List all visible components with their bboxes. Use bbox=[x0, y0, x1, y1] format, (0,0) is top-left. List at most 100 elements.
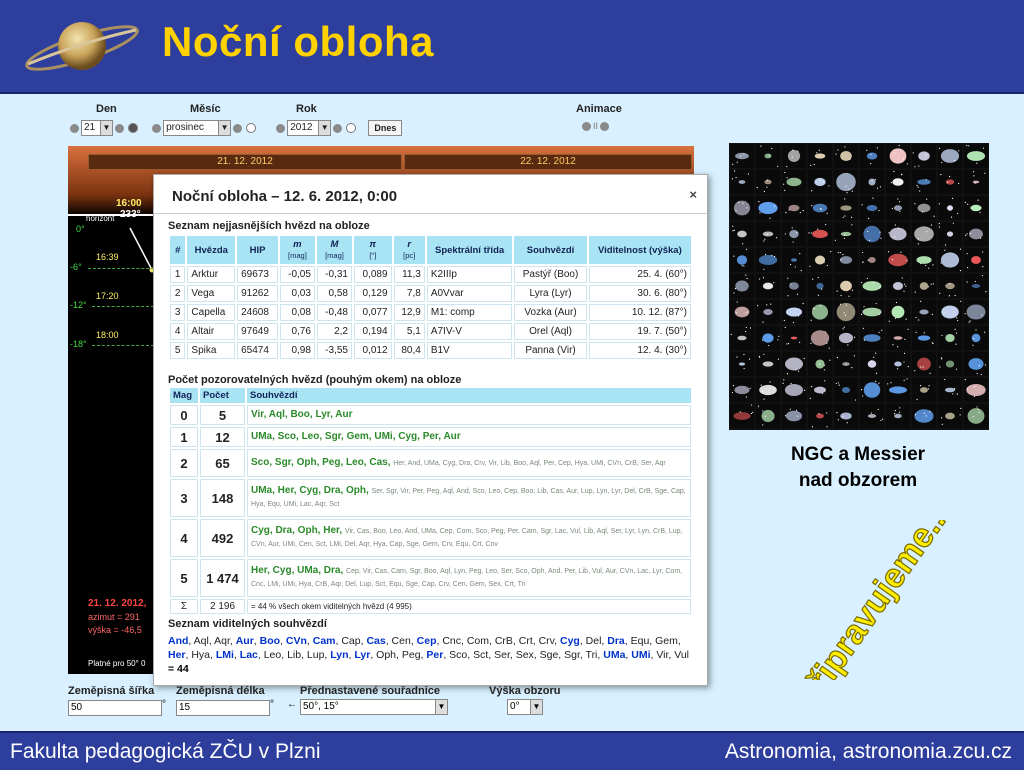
galaxy-thumbnail[interactable] bbox=[938, 274, 962, 298]
galaxy-thumbnail[interactable] bbox=[834, 222, 858, 246]
galaxy-thumbnail[interactable] bbox=[756, 378, 780, 402]
galaxy-thumbnail[interactable] bbox=[938, 248, 962, 272]
month-prev-icon[interactable] bbox=[152, 123, 162, 133]
rewind-icon[interactable] bbox=[582, 121, 591, 131]
galaxy-thumbnail[interactable] bbox=[730, 144, 754, 168]
galaxy-thumbnail[interactable] bbox=[756, 300, 780, 324]
month-next-icon[interactable] bbox=[233, 123, 243, 133]
day-select[interactable]: 21 ▼ bbox=[81, 120, 113, 136]
galaxy-thumbnail[interactable] bbox=[782, 222, 806, 246]
year-radio[interactable] bbox=[346, 123, 357, 133]
galaxy-thumbnail[interactable] bbox=[912, 248, 936, 272]
galaxy-thumbnail[interactable] bbox=[860, 196, 884, 220]
galaxy-thumbnail[interactable] bbox=[756, 404, 780, 428]
galaxy-thumbnail[interactable] bbox=[782, 248, 806, 272]
galaxy-thumbnail[interactable] bbox=[964, 248, 988, 272]
galaxy-thumbnail[interactable] bbox=[912, 196, 936, 220]
galaxy-thumbnail[interactable] bbox=[834, 248, 858, 272]
galaxy-thumbnail[interactable] bbox=[938, 352, 962, 376]
galaxy-thumbnail[interactable] bbox=[938, 326, 962, 350]
galaxy-thumbnail[interactable] bbox=[860, 144, 884, 168]
galaxy-thumbnail[interactable] bbox=[808, 404, 832, 428]
galaxy-thumbnail[interactable] bbox=[756, 274, 780, 298]
galaxy-thumbnail[interactable] bbox=[912, 300, 936, 324]
galaxy-thumbnail[interactable] bbox=[860, 300, 884, 324]
galaxy-thumbnail[interactable] bbox=[886, 248, 910, 272]
galaxy-thumbnail[interactable] bbox=[886, 378, 910, 402]
day-next-icon[interactable] bbox=[115, 123, 124, 133]
galaxy-thumbnail[interactable] bbox=[782, 274, 806, 298]
galaxy-thumbnail[interactable] bbox=[730, 196, 754, 220]
close-icon[interactable]: × bbox=[689, 187, 697, 202]
galaxy-thumbnail[interactable] bbox=[808, 274, 832, 298]
galaxy-thumbnail[interactable] bbox=[730, 404, 754, 428]
galaxy-thumbnail[interactable] bbox=[730, 378, 754, 402]
galaxy-thumbnail[interactable] bbox=[912, 274, 936, 298]
galaxy-thumbnail[interactable] bbox=[886, 326, 910, 350]
galaxy-thumbnail[interactable] bbox=[808, 222, 832, 246]
play-icon[interactable] bbox=[600, 121, 610, 131]
pause-icon[interactable]: II bbox=[593, 121, 598, 131]
galaxy-thumbnail[interactable] bbox=[834, 404, 858, 428]
galaxy-thumbnail[interactable] bbox=[808, 300, 832, 324]
galaxy-thumbnail[interactable] bbox=[912, 170, 936, 194]
galaxy-thumbnail[interactable] bbox=[834, 326, 858, 350]
galaxy-thumbnail[interactable] bbox=[860, 404, 884, 428]
galaxy-thumbnail[interactable] bbox=[782, 404, 806, 428]
galaxy-thumbnail[interactable] bbox=[808, 170, 832, 194]
galaxy-thumbnail[interactable] bbox=[938, 404, 962, 428]
galaxy-thumbnail[interactable] bbox=[938, 222, 962, 246]
horizon-select[interactable]: 0° ▼ bbox=[507, 699, 543, 715]
galaxy-thumbnail[interactable] bbox=[886, 196, 910, 220]
galaxy-thumbnail[interactable] bbox=[886, 352, 910, 376]
galaxy-thumbnail[interactable] bbox=[834, 352, 858, 376]
galaxy-thumbnail[interactable] bbox=[756, 326, 780, 350]
galaxy-thumbnail[interactable] bbox=[886, 144, 910, 168]
day-prev-icon[interactable] bbox=[70, 123, 79, 133]
galaxy-thumbnail[interactable] bbox=[756, 170, 780, 194]
galaxy-thumbnail[interactable] bbox=[938, 170, 962, 194]
galaxy-thumbnail[interactable] bbox=[912, 352, 936, 376]
galaxy-thumbnail[interactable] bbox=[912, 404, 936, 428]
galaxy-thumbnail[interactable] bbox=[782, 352, 806, 376]
galaxy-thumbnail[interactable] bbox=[782, 326, 806, 350]
galaxy-thumbnail[interactable] bbox=[964, 170, 988, 194]
galaxy-thumbnail[interactable] bbox=[756, 144, 780, 168]
galaxy-thumbnail[interactable] bbox=[938, 144, 962, 168]
galaxy-thumbnail[interactable] bbox=[860, 274, 884, 298]
galaxy-thumbnail[interactable] bbox=[834, 196, 858, 220]
galaxy-thumbnail[interactable] bbox=[938, 196, 962, 220]
galaxy-thumbnail[interactable] bbox=[964, 196, 988, 220]
galaxy-thumbnail[interactable] bbox=[808, 378, 832, 402]
galaxy-thumbnail[interactable] bbox=[756, 352, 780, 376]
galaxy-thumbnail[interactable] bbox=[912, 144, 936, 168]
galaxy-thumbnail[interactable] bbox=[938, 378, 962, 402]
galaxy-thumbnail[interactable] bbox=[964, 300, 988, 324]
galaxy-thumbnail[interactable] bbox=[730, 170, 754, 194]
year-next-icon[interactable] bbox=[333, 123, 343, 133]
galaxy-thumbnail[interactable] bbox=[912, 326, 936, 350]
galaxy-thumbnail[interactable] bbox=[834, 378, 858, 402]
galaxy-thumbnail[interactable] bbox=[730, 352, 754, 376]
galaxy-thumbnail[interactable] bbox=[808, 144, 832, 168]
galaxy-thumbnail[interactable] bbox=[808, 326, 832, 350]
galaxy-thumbnail[interactable] bbox=[860, 326, 884, 350]
preset-select[interactable]: 50°, 15° ▼ bbox=[300, 699, 448, 715]
year-prev-icon[interactable] bbox=[276, 123, 286, 133]
galaxy-thumbnail[interactable] bbox=[808, 196, 832, 220]
galaxy-thumbnail[interactable] bbox=[730, 222, 754, 246]
longitude-input[interactable]: 15 bbox=[176, 700, 270, 716]
galaxy-thumbnail[interactable] bbox=[886, 170, 910, 194]
galaxy-thumbnail[interactable] bbox=[756, 196, 780, 220]
galaxy-thumbnail[interactable] bbox=[834, 144, 858, 168]
galaxy-thumbnail[interactable] bbox=[834, 300, 858, 324]
galaxy-thumbnail[interactable] bbox=[730, 326, 754, 350]
galaxy-thumbnail[interactable] bbox=[834, 170, 858, 194]
galaxy-thumbnail[interactable] bbox=[782, 300, 806, 324]
month-select[interactable]: prosinec ▼ bbox=[163, 120, 232, 136]
galaxy-thumbnail[interactable] bbox=[730, 274, 754, 298]
galaxy-thumbnail[interactable] bbox=[756, 248, 780, 272]
galaxy-thumbnail[interactable] bbox=[834, 274, 858, 298]
galaxy-thumbnail[interactable] bbox=[912, 378, 936, 402]
galaxy-thumbnail[interactable] bbox=[938, 300, 962, 324]
